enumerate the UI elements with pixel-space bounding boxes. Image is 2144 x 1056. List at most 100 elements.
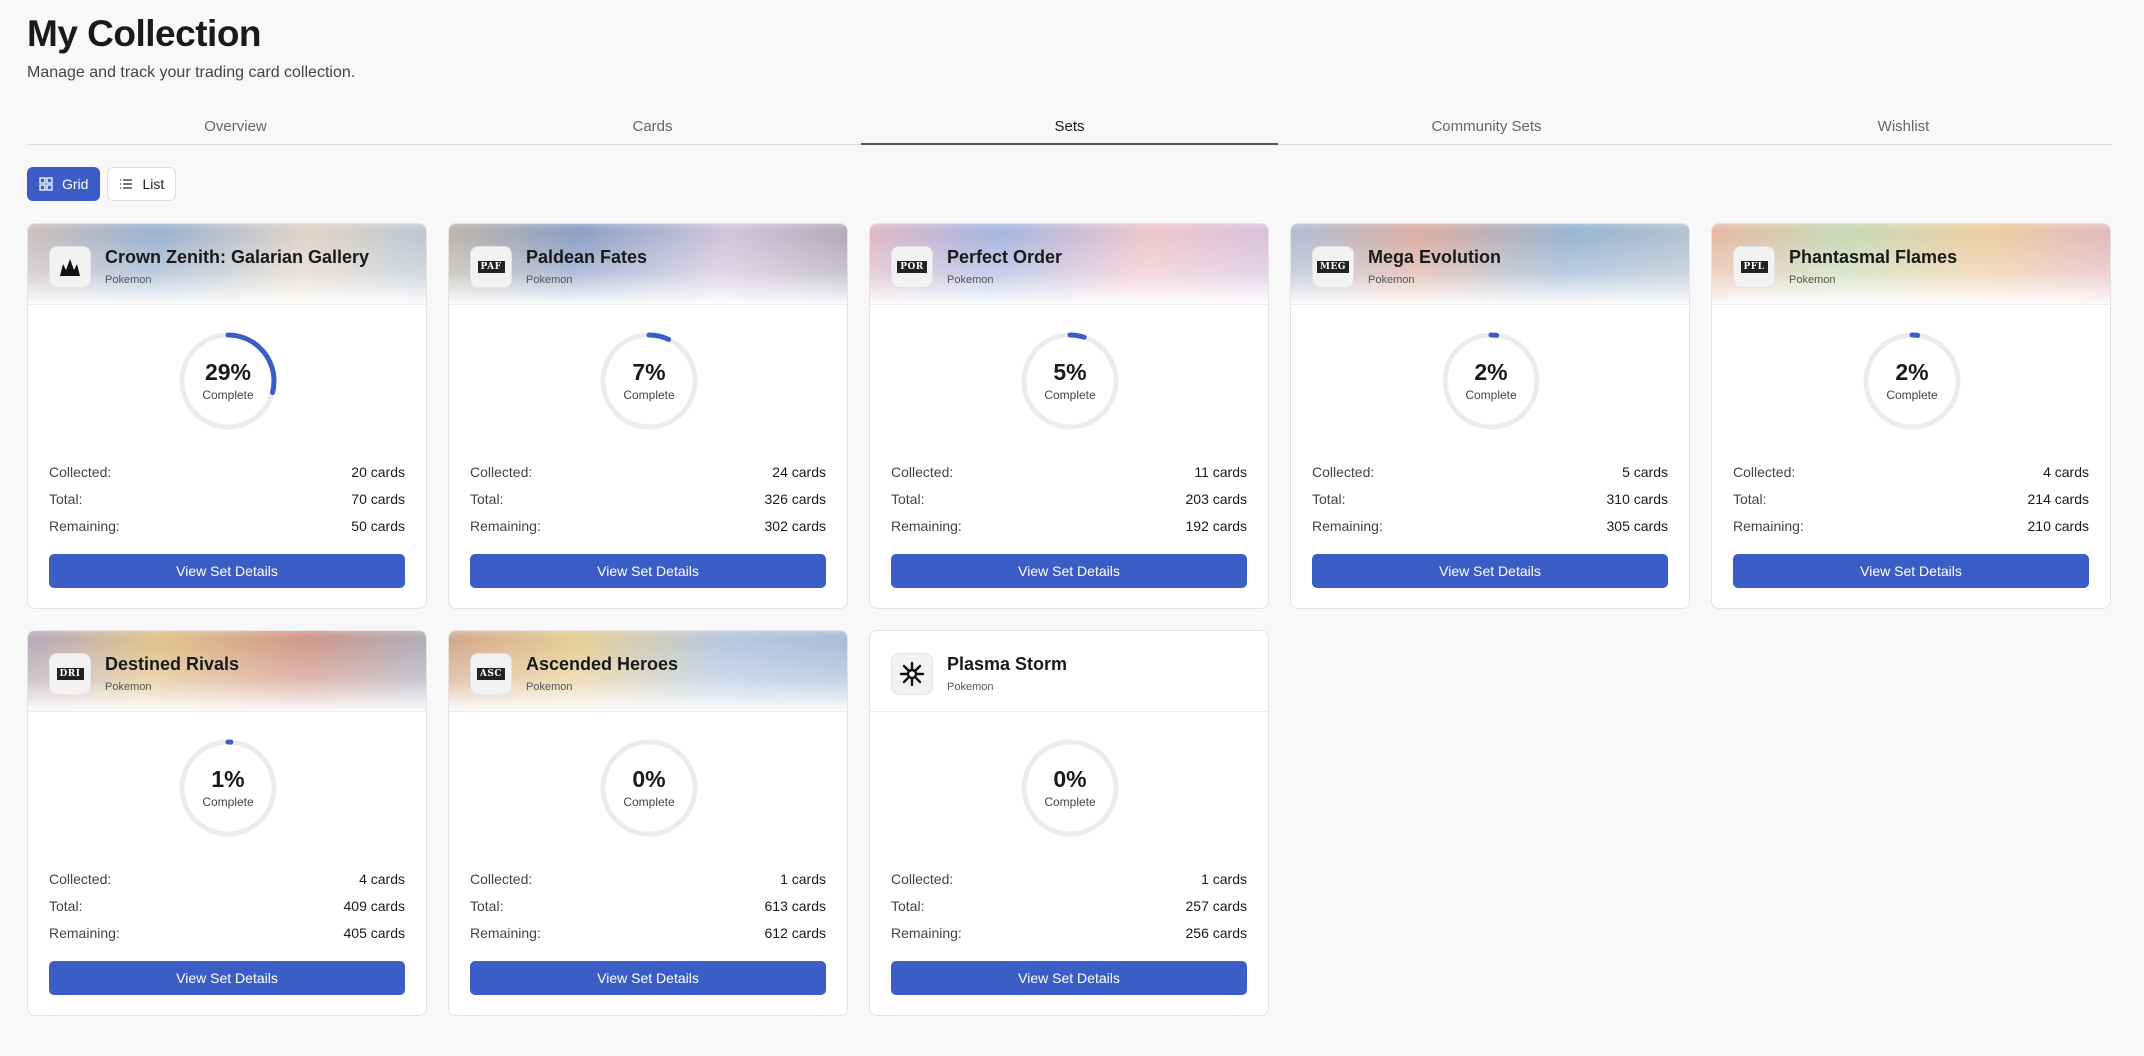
total-label: Total:: [49, 491, 83, 507]
set-card-header: Crown Zenith: Galarian Gallery Pokemon: [28, 224, 426, 305]
tab-cards[interactable]: Cards: [444, 112, 861, 144]
view-set-details-button[interactable]: View Set Details: [891, 554, 1247, 588]
set-name: Plasma Storm: [947, 654, 1068, 674]
grid-view-button[interactable]: Grid: [27, 167, 101, 201]
set-game: Pokemon: [1789, 274, 1836, 286]
total-row: Total: 257 cards: [891, 898, 1247, 925]
total-value: 326 cards: [764, 491, 826, 507]
remaining-value: 192 cards: [1185, 518, 1247, 534]
set-name: Mega Evolution: [1368, 247, 1502, 267]
set-logo: PFL: [1733, 246, 1775, 288]
remaining-row: Remaining: 302 cards: [470, 518, 826, 545]
remaining-label: Remaining:: [891, 518, 962, 534]
total-row: Total: 613 cards: [470, 898, 826, 925]
plasma-storm-icon: [899, 661, 925, 687]
set-logo: PAF: [470, 246, 512, 288]
collected-label: Collected:: [891, 464, 954, 480]
tab-community-sets[interactable]: Community Sets: [1278, 112, 1695, 144]
list-view-button[interactable]: List: [107, 167, 177, 201]
meg-code-icon: MEG: [1316, 261, 1349, 273]
paf-code-icon: PAF: [477, 261, 505, 273]
view-set-details-button[interactable]: View Set Details: [470, 961, 826, 995]
set-stats: Collected: 5 cards Total: 310 cards Remainin…: [1312, 464, 1668, 545]
collected-label: Collected:: [1733, 464, 1796, 480]
collected-row: Collected: 1 cards: [891, 871, 1247, 898]
set-name: Paldean Fates: [526, 247, 648, 267]
collected-value: 4 cards: [2043, 464, 2089, 480]
remaining-label: Remaining:: [470, 518, 541, 534]
collected-row: Collected: 4 cards: [49, 871, 405, 898]
percent-value: 2%: [1474, 358, 1508, 385]
asc-code-icon: ASC: [476, 668, 506, 680]
collected-label: Collected:: [470, 871, 533, 887]
view-set-details-button[interactable]: View Set Details: [891, 961, 1247, 995]
total-value: 203 cards: [1185, 491, 1247, 507]
view-toggle: Grid List: [27, 167, 177, 201]
view-set-details-button[interactable]: View Set Details: [49, 961, 405, 995]
set-card-header: MEG Mega Evolution Pokemon: [1291, 224, 1689, 305]
progress-ring: 2% Complete: [1859, 328, 1965, 434]
total-row: Total: 326 cards: [470, 491, 826, 518]
collected-row: Collected: 5 cards: [1312, 464, 1668, 491]
percent-value: 2%: [1895, 358, 1929, 385]
remaining-value: 302 cards: [764, 518, 826, 534]
total-row: Total: 203 cards: [891, 491, 1247, 518]
remaining-row: Remaining: 305 cards: [1312, 518, 1668, 545]
total-value: 70 cards: [351, 491, 405, 507]
view-set-details-button[interactable]: View Set Details: [49, 554, 405, 588]
progress-ring: 0% Complete: [596, 735, 702, 841]
total-value: 257 cards: [1185, 898, 1247, 914]
tab-wishlist[interactable]: Wishlist: [1695, 112, 2112, 144]
set-stats: Collected: 1 cards Total: 257 cards Remainin…: [891, 871, 1247, 952]
list-icon: [120, 179, 133, 189]
view-set-details-button[interactable]: View Set Details: [1312, 554, 1668, 588]
percent-value: 1%: [211, 765, 245, 792]
set-logo: POR: [891, 246, 933, 288]
remaining-label: Remaining:: [1312, 518, 1383, 534]
set-card: PAF Paldean Fates Pokemon 7% Complete Collect…: [448, 223, 848, 609]
remaining-label: Remaining:: [49, 925, 120, 941]
percent-label: Complete: [623, 387, 675, 402]
total-value: 214 cards: [2027, 491, 2089, 507]
set-stats: Collected: 20 cards Total: 70 cards Remainin…: [49, 464, 405, 545]
total-label: Total:: [1733, 491, 1767, 507]
set-logo: MEG: [1312, 246, 1354, 288]
view-set-details-button[interactable]: View Set Details: [1733, 554, 2089, 588]
progress-ring: 1% Complete: [175, 735, 281, 841]
percent-label: Complete: [623, 794, 675, 809]
total-value: 310 cards: [1606, 491, 1668, 507]
set-card: POR Perfect Order Pokemon 5% Complete Collect…: [869, 223, 1269, 609]
progress-ring: 7% Complete: [596, 328, 702, 434]
tab-sets[interactable]: Sets: [861, 112, 1278, 145]
set-grid: Crown Zenith: Galarian Gallery Pokemon 29%…: [27, 223, 2112, 1016]
percent-value: 0%: [632, 765, 666, 792]
collected-value: 24 cards: [772, 464, 826, 480]
total-value: 613 cards: [764, 898, 826, 914]
collected-row: Collected: 4 cards: [1733, 464, 2089, 491]
remaining-row: Remaining: 210 cards: [1733, 518, 2089, 545]
dri-code-icon: DRI: [56, 668, 84, 680]
set-logo: [891, 653, 933, 695]
grid-icon: [39, 177, 53, 191]
collected-value: 1 cards: [1201, 871, 1247, 887]
remaining-value: 256 cards: [1185, 925, 1247, 941]
set-name: Crown Zenith: Galarian Gallery: [105, 247, 370, 267]
collected-label: Collected:: [891, 871, 954, 887]
tab-overview[interactable]: Overview: [27, 112, 444, 144]
set-card: DRI Destined Rivals Pokemon 1% Complete Colle…: [27, 630, 427, 1016]
total-label: Total:: [470, 898, 504, 914]
collected-row: Collected: 20 cards: [49, 464, 405, 491]
percent-value: 29%: [204, 358, 252, 385]
set-logo: [49, 246, 91, 288]
set-game: Pokemon: [526, 274, 573, 286]
set-game: Pokemon: [947, 681, 994, 693]
remaining-value: 612 cards: [764, 925, 826, 941]
remaining-value: 305 cards: [1606, 518, 1668, 534]
percent-value: 7%: [632, 358, 666, 385]
view-set-details-button[interactable]: View Set Details: [470, 554, 826, 588]
collected-row: Collected: 1 cards: [470, 871, 826, 898]
remaining-row: Remaining: 405 cards: [49, 925, 405, 952]
set-stats: Collected: 11 cards Total: 203 cards Remaini…: [891, 464, 1247, 545]
set-game: Pokemon: [1368, 274, 1415, 286]
set-stats: Collected: 4 cards Total: 214 cards Remainin…: [1733, 464, 2089, 545]
